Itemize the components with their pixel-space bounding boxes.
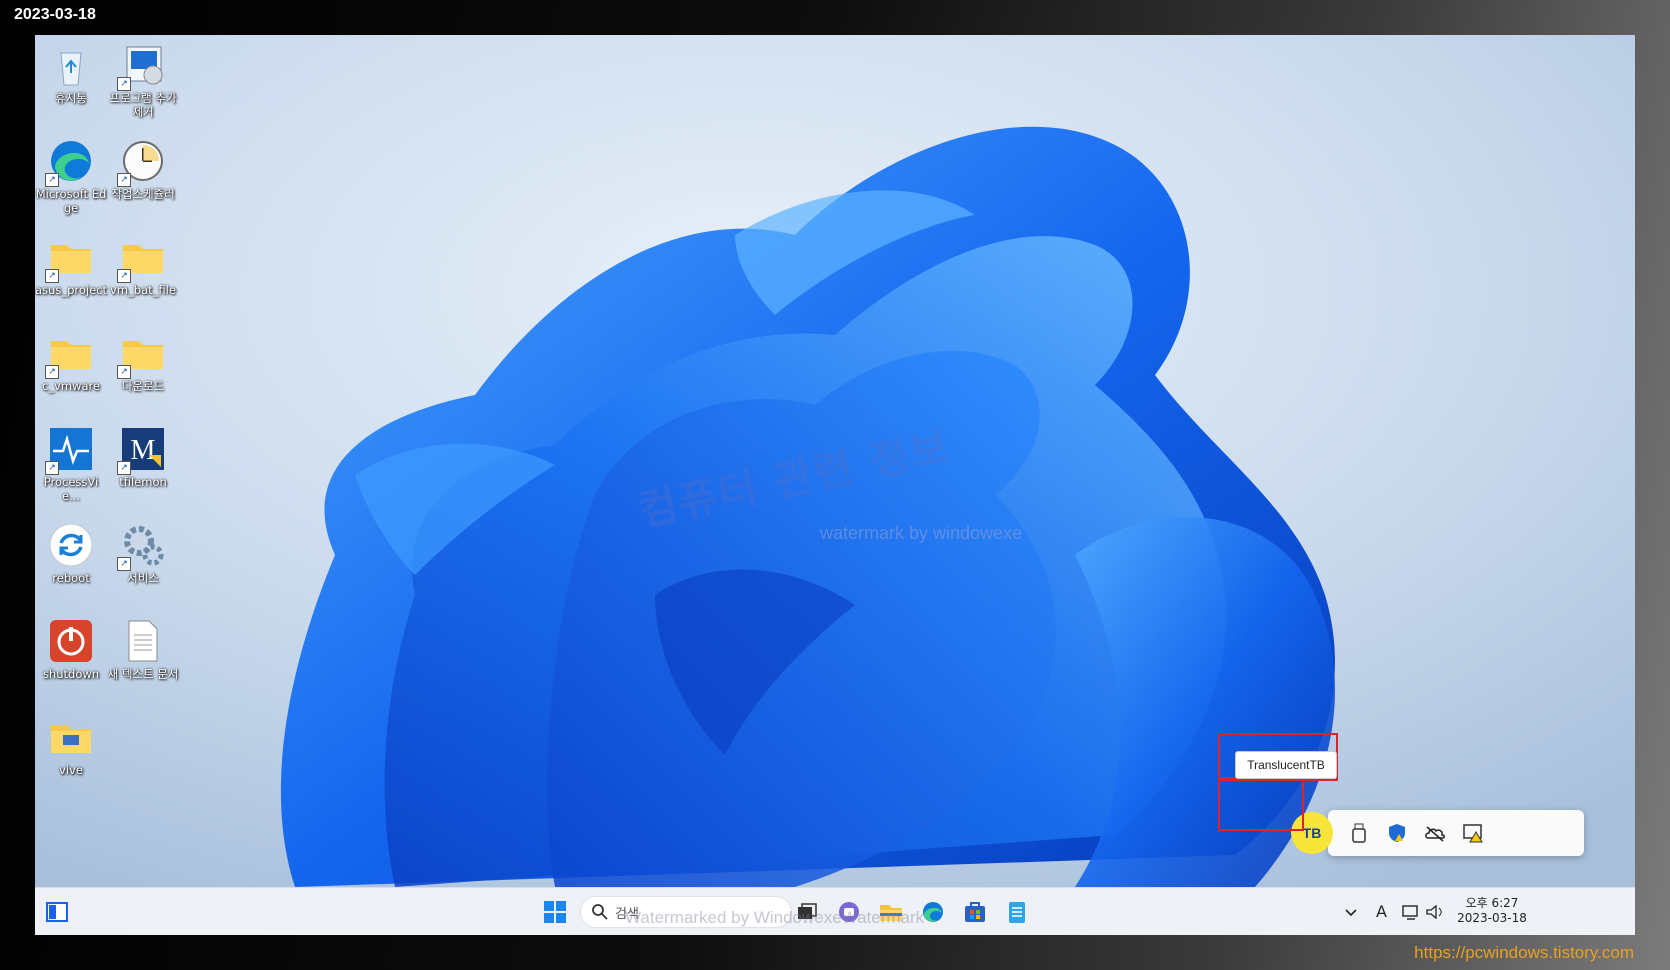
speaker-icon — [1426, 904, 1442, 920]
folder-icon: ↗ — [45, 329, 95, 379]
shortcut-arrow-icon: ↗ — [45, 365, 59, 379]
desktop-icon-label: Microsoft Edge — [35, 187, 107, 215]
text-document-icon — [119, 617, 167, 665]
ime-indicator[interactable]: A — [1376, 902, 1387, 921]
defender-icon[interactable] — [1386, 822, 1408, 844]
watermark-english: watermark by windowexe — [820, 523, 1023, 543]
shortcut-arrow-icon: ↗ — [117, 77, 131, 91]
desktop-icon-process-viewer[interactable]: ↗ ProcessVie... — [35, 425, 107, 503]
desktop-icon-new-text-document[interactable]: 새 텍스트 문서 — [107, 617, 179, 681]
clock-date: 2023-03-18 — [1457, 911, 1527, 925]
store-icon — [965, 902, 985, 922]
desktop-icon-asus-project[interactable]: ↗ asus_project — [35, 233, 107, 297]
desktop-icon-label: reboot — [52, 571, 90, 585]
notepad-button[interactable] — [1001, 896, 1033, 928]
store-button[interactable] — [959, 896, 991, 928]
show-hidden-icons-button[interactable] — [1335, 896, 1367, 928]
desktop-icon-label: asus_project — [35, 283, 107, 297]
desktop-icon-vm-bat-file[interactable]: ↗ vm_bat_file — [107, 233, 179, 297]
shortcut-arrow-icon: ↗ — [45, 461, 59, 475]
folder-icon: ↗ — [45, 233, 95, 283]
shortcut-arrow-icon: ↗ — [117, 461, 131, 475]
recycle-bin-icon — [47, 41, 95, 89]
volume-button[interactable] — [1419, 896, 1451, 928]
watermark-taskbar: Watermarked by WindowexeWatermark — [625, 908, 925, 927]
desktop-icon-label: 프로그램 추가제거 — [109, 91, 177, 119]
onedrive-icon[interactable] — [1424, 822, 1446, 844]
network-icon — [1402, 905, 1418, 920]
shortcut-arrow-icon: ↗ — [117, 365, 131, 379]
desktop-icon-recycle-bin[interactable]: 휴지통 — [35, 41, 107, 105]
desktop-screen: 휴지통 ↗ 프로그램 추가제거 ↗ Microsoft Edge ↗ 작업스케쥴… — [35, 35, 1635, 935]
notepad-icon — [1009, 902, 1025, 923]
desktop-icon-label: tfilemon — [119, 475, 167, 489]
folder-icon — [47, 713, 95, 761]
desktop-icon-label: 서비스 — [127, 571, 159, 585]
desktop-icon-c-vmware[interactable]: ↗ c_vmware — [35, 329, 107, 393]
usb-icon[interactable] — [1348, 822, 1370, 844]
highlight-box-icon — [1218, 777, 1304, 831]
tooltip-translucenttb: TranslucentTB — [1235, 751, 1337, 779]
desktop-icon-reboot[interactable]: reboot — [35, 521, 107, 585]
desktop-icon-label: 새 텍스트 문서 — [107, 667, 179, 681]
chevron-down-icon — [1345, 909, 1357, 917]
folder-icon: ↗ — [117, 233, 167, 283]
clock-icon: ↗ — [117, 137, 167, 187]
desktop-icon-tfilemon[interactable]: M ↗ tfilemon — [107, 425, 179, 489]
start-button[interactable] — [539, 896, 571, 928]
start-icon — [544, 901, 566, 923]
edge-icon — [923, 902, 943, 922]
desktop-icon-edge[interactable]: ↗ Microsoft Edge — [35, 137, 107, 215]
process-monitor-icon: ↗ — [45, 425, 95, 475]
desktop-icon-label: vive — [59, 763, 83, 777]
shortcut-arrow-icon: ↗ — [45, 269, 59, 283]
desktop-icon-label: 다운로드 — [121, 379, 165, 393]
folder-icon: ↗ — [117, 329, 167, 379]
gear-icon: ↗ — [117, 521, 167, 571]
desktop-icon-downloads[interactable]: ↗ 다운로드 — [107, 329, 179, 393]
tray-overflow-popup: TB — [1291, 810, 1584, 856]
taskbar: 검색 Watermarked by WindowexeWatermark A 오… — [35, 887, 1635, 935]
desktop-icon-shutdown[interactable]: shutdown — [35, 617, 107, 681]
clock-time: 오후 6:27 — [1465, 896, 1519, 910]
edge-icon: ↗ — [45, 137, 95, 187]
desktop-icon-task-scheduler[interactable]: ↗ 작업스케쥴러 — [107, 137, 179, 201]
shortcut-arrow-icon: ↗ — [117, 557, 131, 571]
desktop-icon-label: c_vmware — [41, 379, 101, 393]
desktop-icon-vive[interactable]: vive — [35, 713, 107, 777]
programs-icon: ↗ — [117, 41, 167, 91]
widgets-icon — [46, 902, 68, 922]
desktop-icon-services[interactable]: ↗ 서비스 — [107, 521, 179, 585]
shortcut-arrow-icon: ↗ — [45, 173, 59, 187]
capture-date: 2023-03-18 — [14, 6, 96, 23]
shortcut-arrow-icon: ↗ — [117, 269, 131, 283]
search-icon — [592, 904, 608, 920]
clock[interactable]: 오후 6:27 2023-03-18 — [1457, 894, 1527, 925]
desktop-icon-programs[interactable]: ↗ 프로그램 추가제거 — [107, 41, 179, 119]
svg-text:M: M — [131, 435, 156, 466]
desktop-icon-label: vm_bat_file — [110, 283, 176, 297]
widgets-button[interactable] — [41, 896, 73, 928]
desktop-icon-label: 휴지통 — [55, 91, 87, 105]
desktop-icon-label: ProcessVie... — [43, 475, 99, 503]
power-icon — [47, 617, 95, 665]
desktop-icon-label: shutdown — [42, 667, 100, 681]
filemon-icon: M ↗ — [117, 425, 167, 475]
footer-url: https://pcwindows.tistory.com — [1414, 943, 1634, 962]
shortcut-arrow-icon: ↗ — [117, 173, 131, 187]
reboot-icon — [47, 521, 95, 569]
desktop-icon-label: 작업스케쥴러 — [111, 187, 175, 201]
warning-display-icon[interactable] — [1462, 822, 1484, 844]
